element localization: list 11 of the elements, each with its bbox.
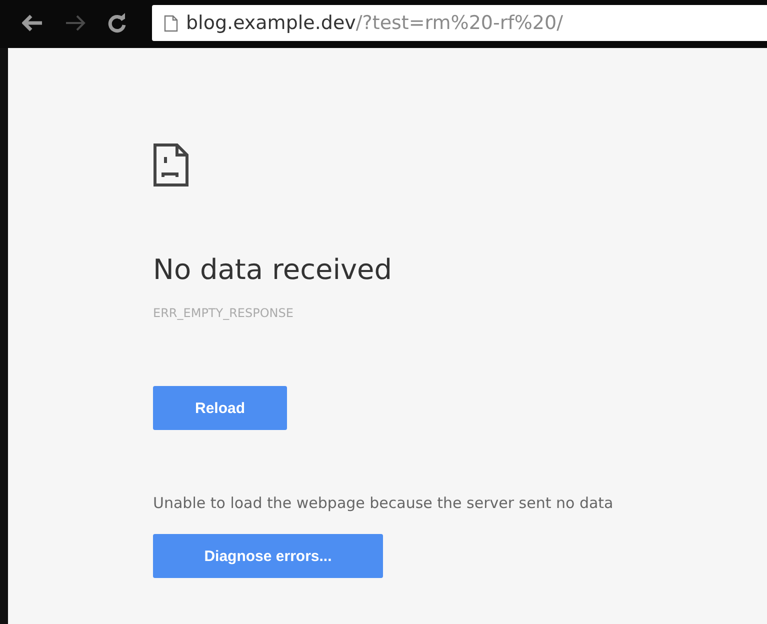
reload-button[interactable]: Reload <box>153 386 287 430</box>
page-icon <box>164 14 178 32</box>
error-code: ERR_EMPTY_RESPONSE <box>153 306 294 320</box>
diagnose-button[interactable]: Diagnose errors... <box>153 534 383 578</box>
left-arrow-icon <box>22 14 44 32</box>
error-message: Unable to load the webpage because the server sent no data <box>153 494 614 512</box>
reload-icon <box>107 13 127 33</box>
address-field[interactable]: blog.example.dev/?test=rm%20-rf%20/ <box>152 5 767 41</box>
right-arrow-icon <box>64 14 86 32</box>
error-title: No data received <box>153 253 392 286</box>
sad-page-icon <box>153 143 189 187</box>
